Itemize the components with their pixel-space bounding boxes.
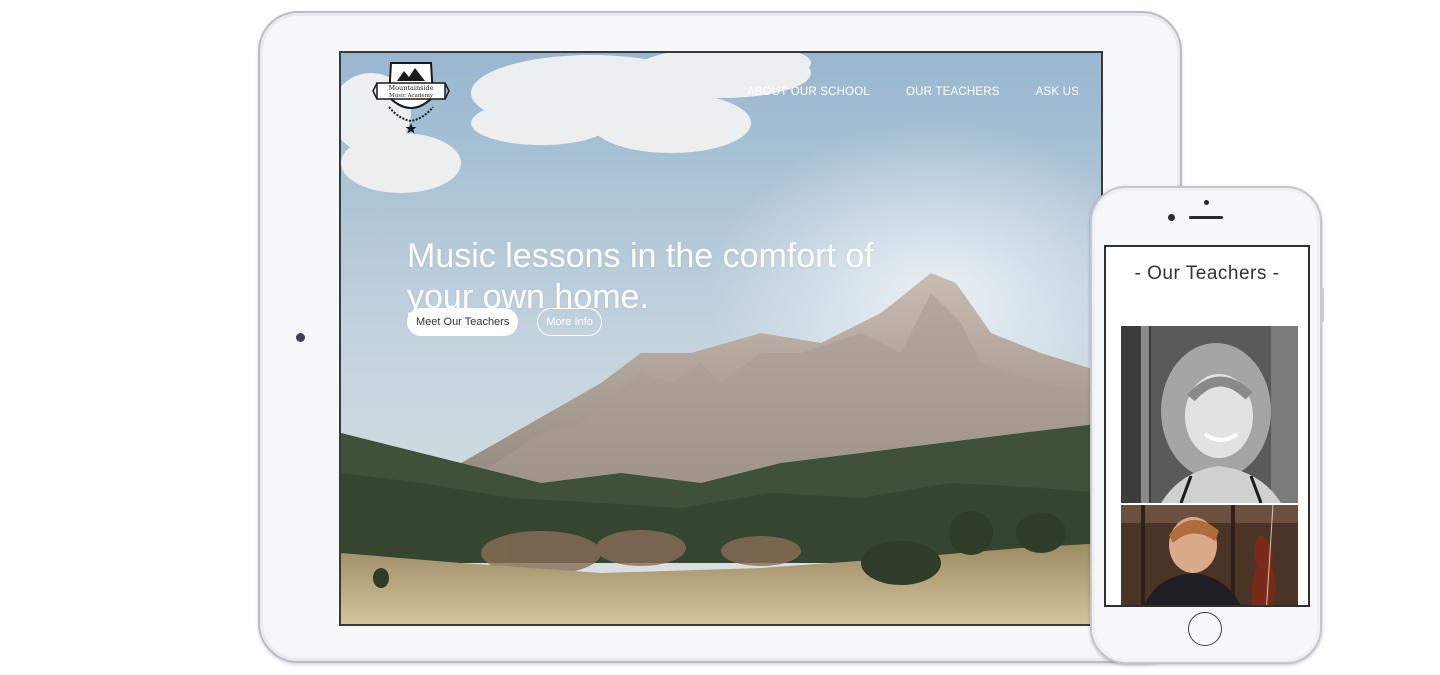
nav-about-our-school[interactable]: ABOUT OUR SCHOOL bbox=[747, 86, 870, 98]
teacher-portrait-image bbox=[1121, 326, 1298, 503]
site-nav: ABOUT OUR SCHOOL OUR TEACHERS ASK US bbox=[747, 86, 1079, 98]
hero-actions: Meet Our Teachers More Info bbox=[407, 308, 602, 336]
nav-our-teachers[interactable]: OUR TEACHERS bbox=[906, 86, 1000, 98]
phone-screen: - Our Teachers - bbox=[1104, 245, 1310, 607]
site-logo[interactable]: Mountainside Music Academy bbox=[371, 57, 451, 137]
more-info-button[interactable]: More Info bbox=[537, 308, 602, 336]
phone-speaker-icon bbox=[1189, 216, 1223, 219]
tablet-device: Mountainside Music Academy ABOUT OUR SCH… bbox=[258, 11, 1182, 663]
phone-side-button bbox=[1321, 288, 1324, 322]
device-mockup-stage: Mountainside Music Academy ABOUT OUR SCH… bbox=[0, 0, 1440, 675]
phone-sensor-icon bbox=[1204, 200, 1209, 205]
tablet-camera-icon bbox=[296, 333, 305, 342]
hero-landscape-image bbox=[341, 53, 1101, 624]
teacher-photo[interactable] bbox=[1121, 505, 1298, 605]
star-icon bbox=[405, 123, 417, 134]
phone-home-button[interactable] bbox=[1188, 612, 1222, 646]
teacher-photo[interactable] bbox=[1121, 326, 1298, 503]
hero-title: Music lessons in the comfort of your own… bbox=[407, 236, 874, 316]
meet-our-teachers-button[interactable]: Meet Our Teachers bbox=[407, 308, 519, 336]
phone-device: - Our Teachers - bbox=[1090, 186, 1324, 664]
teacher-portrait-image bbox=[1121, 505, 1298, 605]
phone-camera-icon bbox=[1168, 214, 1175, 221]
nav-ask-us[interactable]: ASK US bbox=[1036, 86, 1079, 98]
logo-line-1: Mountainside bbox=[388, 84, 433, 92]
logo-line-2: Music Academy bbox=[389, 93, 434, 99]
our-teachers-heading: - Our Teachers - bbox=[1134, 263, 1280, 284]
tablet-screen: Mountainside Music Academy ABOUT OUR SCH… bbox=[339, 51, 1103, 626]
